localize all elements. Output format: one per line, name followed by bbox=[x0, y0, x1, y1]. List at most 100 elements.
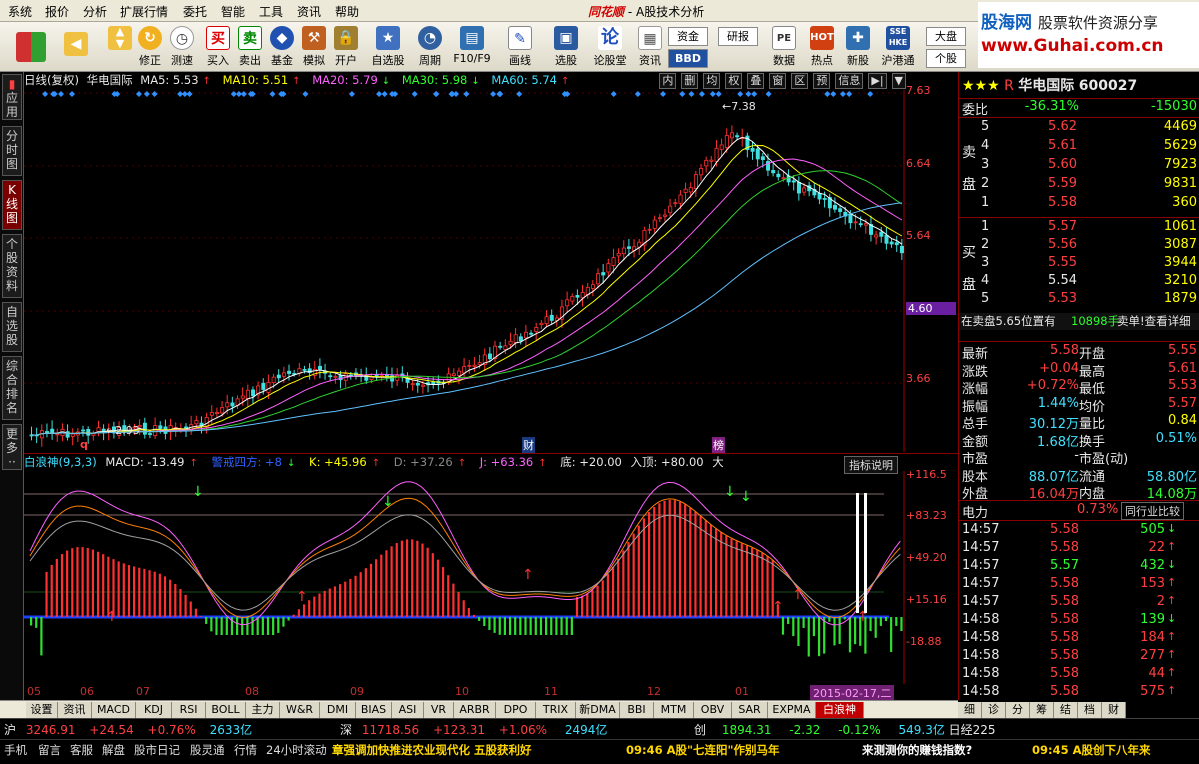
link-analysis[interactable]: 解盘 bbox=[102, 742, 125, 758]
quote-row[interactable]: 14:58 5.58 184 ↑ bbox=[959, 630, 1199, 647]
news-ticker-4[interactable]: 09:45 A股创下八年来 bbox=[1032, 742, 1151, 758]
quote-row[interactable]: 14:58 5.58 44 ↑ bbox=[959, 666, 1199, 683]
menu-tools[interactable]: 工具 bbox=[259, 3, 283, 20]
menu-smart[interactable]: 智能 bbox=[221, 3, 245, 20]
btn-nei[interactable]: 内 bbox=[659, 73, 677, 89]
news-button[interactable]: ▦ 资讯 bbox=[634, 24, 666, 70]
menu-system[interactable]: 系统 bbox=[8, 3, 32, 20]
tab-bailangshen[interactable]: 白浪神 bbox=[816, 702, 864, 718]
simulate-button[interactable]: ⚒ 模拟 bbox=[298, 24, 330, 70]
quote-row[interactable]: 3 5.55 3944 bbox=[959, 255, 1199, 272]
quote-row[interactable]: 14:58 5.58 575 ↑ bbox=[959, 684, 1199, 701]
new-stock-button[interactable]: ✚ 新股 bbox=[842, 24, 874, 70]
tab-trix[interactable]: TRIX bbox=[536, 702, 576, 718]
chart-area[interactable]: 日线(复权) 华电国际 MA5: 5.53 ↑ MA10: 5.51 ↑ MA20:… bbox=[24, 72, 958, 701]
sell-button[interactable]: 卖卖出 bbox=[234, 24, 266, 70]
quote-row[interactable]: 14:57 5.58 505 ↓ bbox=[959, 522, 1199, 539]
quote-row[interactable]: 5 5.53 1879 bbox=[959, 291, 1199, 308]
event-list-marker[interactable]: 榜 bbox=[712, 437, 725, 453]
menu-quote[interactable]: 报价 bbox=[45, 3, 69, 20]
open-account-button[interactable]: 🔒 开户 bbox=[330, 24, 362, 70]
quote-row[interactable]: 14:57 5.57 432 ↓ bbox=[959, 558, 1199, 575]
tab-mtm[interactable]: MTM bbox=[654, 702, 694, 718]
tab-dmi[interactable]: DMI bbox=[320, 702, 356, 718]
quote-row[interactable]: 市盈 - 市盈(动) bbox=[959, 448, 1199, 467]
tab-arbr[interactable]: ARBR bbox=[454, 702, 496, 718]
btn-jun[interactable]: 均 bbox=[703, 73, 721, 89]
tab-bias[interactable]: BIAS bbox=[356, 702, 392, 718]
quote-row[interactable]: 涨跌 +0.04 最高 5.61 bbox=[959, 361, 1199, 380]
cy-index[interactable]: 创 1894.31 -2.32 -0.12% 549.3亿 日经225 bbox=[694, 721, 996, 738]
quote-row[interactable]: 14:57 5.58 2 ↑ bbox=[959, 594, 1199, 611]
period-button[interactable]: ◔ 周期 bbox=[414, 24, 446, 70]
tab-sar[interactable]: SAR bbox=[732, 702, 768, 718]
tab-bbi[interactable]: BBI bbox=[620, 702, 654, 718]
rtab-split[interactable]: 分 bbox=[1006, 702, 1030, 718]
quote-row[interactable]: 14:57 5.58 22 ↑ bbox=[959, 540, 1199, 557]
link-diary[interactable]: 股市日记 bbox=[134, 742, 180, 758]
forum-button[interactable]: 论论股堂 bbox=[590, 24, 630, 70]
kline-chart[interactable] bbox=[24, 90, 958, 452]
stock-box[interactable]: 个股 bbox=[926, 49, 966, 68]
nav-watchlist[interactable]: 自选股 bbox=[2, 302, 22, 352]
quote-row[interactable]: 14:58 5.58 139 ↓ bbox=[959, 612, 1199, 629]
quote-row[interactable]: 5 5.62 4469 bbox=[959, 119, 1199, 136]
link-gulingtong[interactable]: 股灵通 bbox=[190, 742, 225, 758]
fix-button[interactable]: ↻ 修正 bbox=[134, 24, 166, 70]
buy-button[interactable]: 买买入 bbox=[202, 24, 234, 70]
event-q-marker[interactable]: q bbox=[80, 438, 88, 451]
menu-help[interactable]: 帮助 bbox=[335, 3, 359, 20]
quote-row[interactable]: 3 5.60 7923 bbox=[959, 157, 1199, 174]
btn-shan[interactable]: 删 bbox=[681, 73, 699, 89]
quote-row[interactable]: 金额 1.68亿 换手 0.51% bbox=[959, 431, 1199, 450]
f10-button[interactable]: ▤ F10/F9 bbox=[450, 24, 494, 70]
quote-row[interactable]: 2 5.59 9831 bbox=[959, 176, 1199, 193]
tab-vr[interactable]: VR bbox=[424, 702, 454, 718]
data-button[interactable]: PE 数据 bbox=[768, 24, 800, 70]
quote-row[interactable]: 振幅 1.44% 均价 5.57 bbox=[959, 396, 1199, 415]
btn-chuang[interactable]: 窗 bbox=[769, 73, 787, 89]
nav-apps[interactable]: ▮ 应用 bbox=[2, 74, 22, 120]
rtab-detail[interactable]: 细 bbox=[958, 702, 982, 718]
quote-row[interactable]: 14:57 5.58 153 ↑ bbox=[959, 576, 1199, 593]
notice-row[interactable]: 在卖盘5.65位置有 10898手 卖单!查看详细 bbox=[959, 313, 1199, 330]
tab-main-force[interactable]: 主力 bbox=[246, 702, 280, 718]
quote-row[interactable]: 最新 5.58 开盘 5.55 bbox=[959, 343, 1199, 362]
quote-row[interactable]: 股本 88.07亿 流通 58.80亿 bbox=[959, 466, 1199, 485]
up-down-arrows-icon[interactable]: ▲ ▼ bbox=[104, 24, 136, 70]
quote-row[interactable]: 外盘 16.04万 内盘 14.08万 bbox=[959, 483, 1199, 502]
news-ticker-1[interactable]: 章强调加快推进农业现代化 五股获利好 bbox=[332, 742, 532, 758]
menu-analysis[interactable]: 分析 bbox=[83, 3, 107, 20]
link-24h[interactable]: 24小时滚动 bbox=[266, 742, 327, 758]
fund-flow-box[interactable]: 资金 bbox=[668, 27, 708, 46]
quote-row[interactable]: 涨幅 +0.72% 最低 5.53 bbox=[959, 378, 1199, 397]
btn-quan[interactable]: 权 bbox=[725, 73, 743, 89]
btn-yu[interactable]: 预 bbox=[813, 73, 831, 89]
btn-die[interactable]: 叠 bbox=[747, 73, 765, 89]
watchlist-button[interactable]: ★ 自选股 bbox=[368, 24, 408, 70]
tab-rsi[interactable]: RSI bbox=[172, 702, 206, 718]
quote-row[interactable]: 2 5.56 3087 bbox=[959, 237, 1199, 254]
news-ticker-2[interactable]: 09:46 A股"七连阳"作别马年 bbox=[626, 742, 780, 758]
nav-timeshare[interactable]: 分时图 bbox=[2, 126, 22, 176]
speed-test-button[interactable]: ◷ 测速 bbox=[166, 24, 198, 70]
nav-kline[interactable]: K线图 bbox=[2, 180, 22, 230]
fund-button[interactable]: ◆ 基金 bbox=[266, 24, 298, 70]
back-arrow-icon[interactable]: ◀ bbox=[60, 30, 92, 76]
tab-new-dma[interactable]: 新DMA bbox=[576, 702, 620, 718]
stock-picker-button[interactable]: ▣ 选股 bbox=[550, 24, 582, 70]
quote-row[interactable]: 总手 30.12万 量比 0.84 bbox=[959, 413, 1199, 432]
rtab-finance[interactable]: 财 bbox=[1102, 702, 1126, 718]
tab-expma[interactable]: EXPMA bbox=[768, 702, 816, 718]
sh-index[interactable]: 沪 3246.91 +24.54 +0.76% 2633亿 bbox=[4, 721, 252, 738]
link-market[interactable]: 行情 bbox=[234, 742, 257, 758]
menu-ext-market[interactable]: 扩展行情 bbox=[120, 3, 168, 20]
tab-kdj[interactable]: KDJ bbox=[136, 702, 172, 718]
hk-connect-button[interactable]: SSE HKE 沪港通 bbox=[878, 24, 918, 70]
quote-row[interactable]: 14:58 5.58 277 ↑ bbox=[959, 648, 1199, 665]
event-finance-marker[interactable]: 财 bbox=[522, 437, 535, 453]
bbd-box[interactable]: BBD bbox=[668, 49, 708, 68]
sz-index[interactable]: 深 11718.56 +123.31 +1.06% 2494亿 bbox=[340, 721, 607, 738]
quote-row[interactable]: 1 5.57 1061 bbox=[959, 219, 1199, 236]
market-box[interactable]: 大盘 bbox=[926, 27, 966, 46]
